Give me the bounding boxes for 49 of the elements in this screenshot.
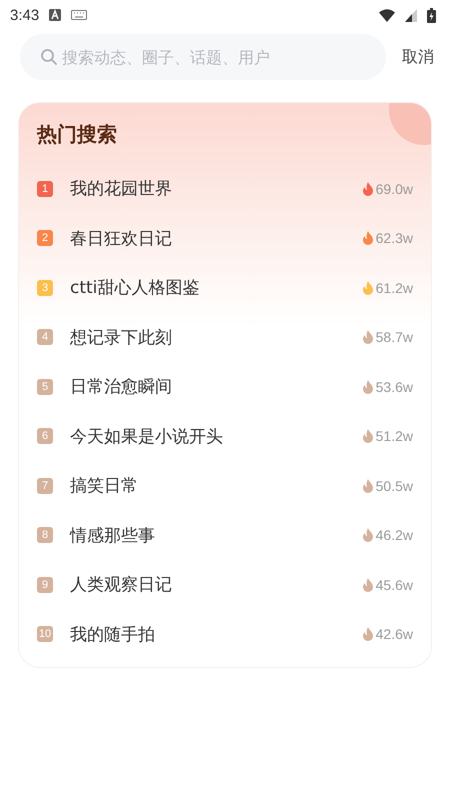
rank-badge: 10 bbox=[37, 626, 53, 642]
topic-link[interactable]: 情感那些事 bbox=[70, 524, 362, 547]
heat-count: 58.7w bbox=[376, 329, 413, 346]
rank-badge: 6 bbox=[37, 428, 53, 444]
flame-icon bbox=[362, 182, 374, 196]
topic-link[interactable]: 今天如果是小说开头 bbox=[70, 424, 362, 448]
flame-icon bbox=[362, 627, 374, 642]
flame-icon bbox=[362, 429, 374, 444]
keyboard-icon bbox=[71, 10, 88, 20]
heat-count: 61.2w bbox=[376, 280, 413, 296]
section-title: 热门搜索 bbox=[37, 121, 118, 148]
topic-link[interactable]: 我的花园世界 bbox=[70, 177, 362, 200]
topic-link[interactable]: 我的随手拍 bbox=[70, 622, 362, 646]
signal-icon bbox=[405, 8, 417, 22]
topic-link[interactable]: ctti甜心人格图鉴 bbox=[70, 276, 362, 300]
flame-icon bbox=[362, 528, 374, 542]
battery-icon bbox=[427, 8, 436, 22]
heat-count: 62.3w bbox=[376, 230, 413, 246]
heat-count: 45.6w bbox=[376, 576, 413, 593]
cancel-button[interactable]: 取消 bbox=[402, 46, 434, 68]
rank-badge: 8 bbox=[37, 527, 53, 544]
status-time: 3:43 bbox=[10, 6, 40, 24]
flame-icon bbox=[362, 231, 374, 246]
flame-icon bbox=[362, 380, 374, 394]
topic-link[interactable]: 春日狂欢日记 bbox=[70, 226, 362, 250]
topic-link[interactable]: 日常治愈瞬间 bbox=[70, 375, 362, 398]
flame-icon bbox=[362, 578, 374, 592]
search-field[interactable]: 搜索动态、圈子、话题、用户 bbox=[20, 34, 386, 80]
rank-badge: 1 bbox=[37, 180, 53, 197]
flame-icon bbox=[362, 478, 374, 493]
wifi-icon bbox=[379, 8, 395, 22]
heat-count: 46.2w bbox=[376, 527, 413, 544]
topic-link[interactable]: 人类观察日记 bbox=[70, 573, 362, 596]
heat-count: 69.0w bbox=[376, 180, 413, 197]
topic-link[interactable]: 搞笑日常 bbox=[70, 474, 362, 498]
rank-badge: 5 bbox=[37, 378, 53, 395]
heat-count: 53.6w bbox=[376, 378, 413, 395]
rank-badge: 2 bbox=[37, 230, 53, 246]
rank-badge: 7 bbox=[37, 478, 53, 494]
notification-icon bbox=[49, 9, 62, 21]
flame-icon bbox=[362, 280, 374, 295]
rank-badge: 3 bbox=[37, 280, 53, 296]
rank-badge: 9 bbox=[37, 576, 53, 593]
heat-count: 50.5w bbox=[376, 478, 413, 494]
heat-count: 51.2w bbox=[376, 428, 413, 444]
flame-icon bbox=[362, 330, 374, 344]
heat-count: 42.6w bbox=[376, 626, 413, 642]
rank-badge: 4 bbox=[37, 329, 53, 346]
topic-link[interactable]: 想记录下此刻 bbox=[70, 326, 362, 349]
